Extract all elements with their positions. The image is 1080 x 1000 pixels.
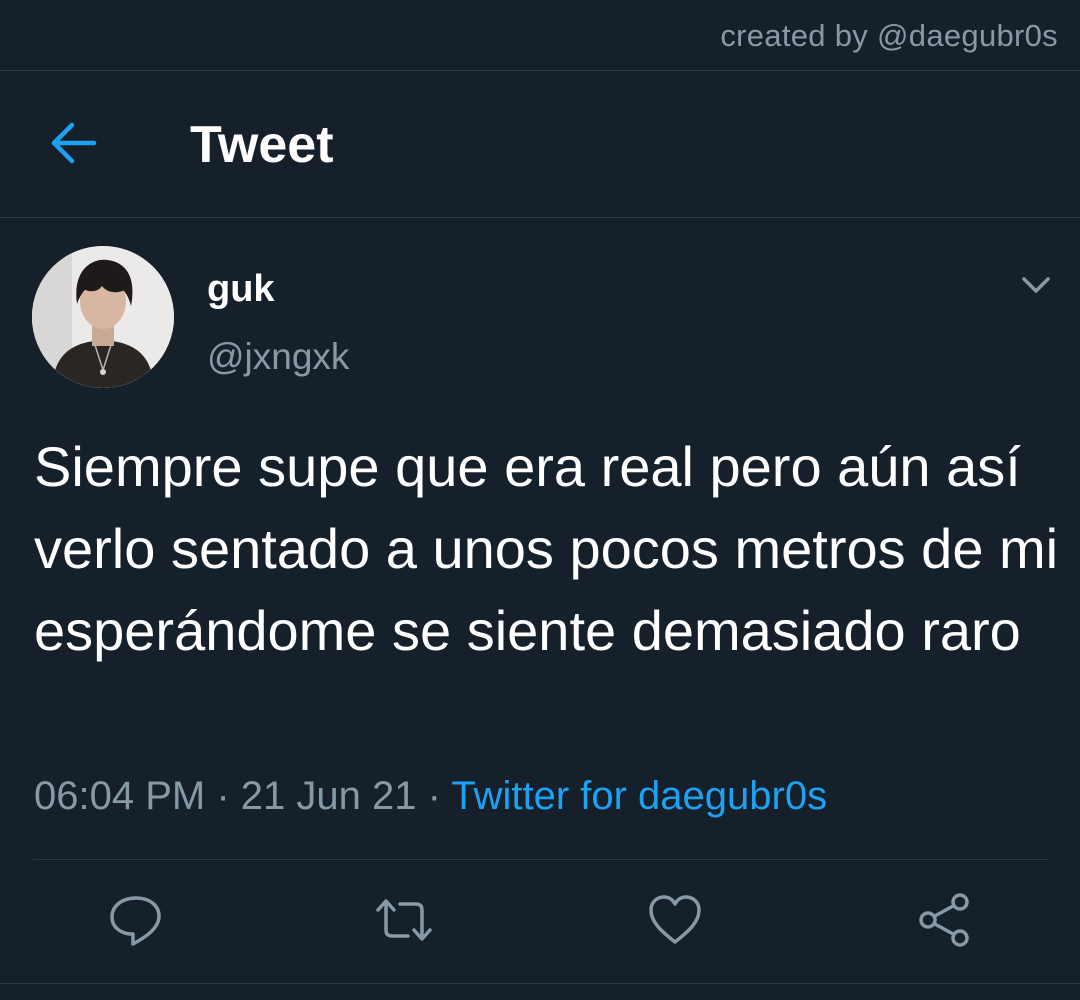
page-title: Tweet <box>190 116 334 174</box>
display-name[interactable]: guk <box>207 268 275 311</box>
tweet-date: 21 Jun 21 <box>240 774 417 818</box>
header: Tweet <box>0 71 1080 218</box>
back-button[interactable] <box>44 117 102 169</box>
reply-icon <box>110 896 161 946</box>
meta-separator: · <box>427 774 441 818</box>
tweet-source-link[interactable]: Twitter for daegubr0s <box>451 774 827 818</box>
arrow-left-icon <box>51 122 97 164</box>
avatar[interactable] <box>32 246 174 388</box>
share-icon <box>919 893 969 947</box>
share-button[interactable] <box>914 890 974 950</box>
heart-icon <box>649 895 701 944</box>
retweet-icon <box>376 899 432 941</box>
user-handle[interactable]: @jxngxk <box>207 336 349 378</box>
avatar-image <box>32 246 174 388</box>
credit-bar: created by @daegubr0s <box>0 0 1080 71</box>
meta-separator: · <box>216 774 230 818</box>
divider <box>33 859 1048 860</box>
reply-button[interactable] <box>106 890 166 950</box>
retweet-button[interactable] <box>374 890 434 950</box>
tweet-text: Siempre supe que era real pero aún así v… <box>34 435 1059 662</box>
tweet-time: 06:04 PM <box>34 774 206 818</box>
tweet-meta: 06:04 PM · 21 Jun 21 · Twitter for daegu… <box>34 774 827 819</box>
like-button[interactable] <box>645 890 705 950</box>
credit-text: created by @daegubr0s <box>720 18 1058 53</box>
bottom-divider <box>0 983 1080 984</box>
more-options-button[interactable] <box>1016 270 1056 300</box>
chevron-down-icon <box>1022 277 1050 293</box>
